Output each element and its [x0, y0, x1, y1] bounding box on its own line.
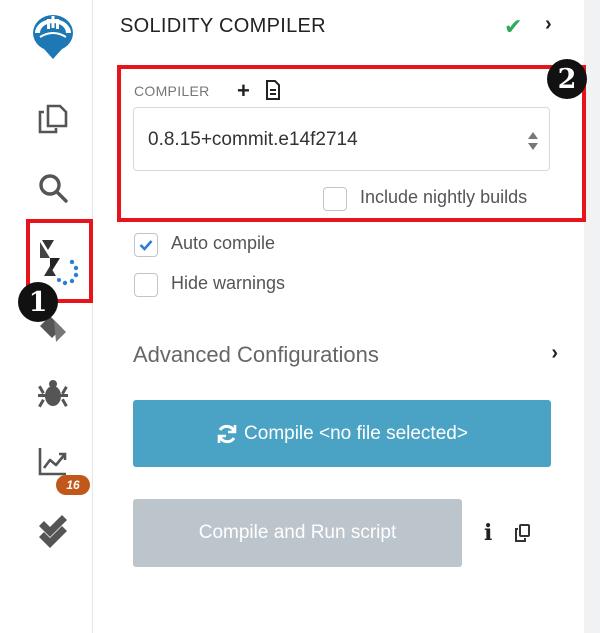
tests-icon[interactable] — [27, 505, 79, 557]
info-icon[interactable]: i — [484, 520, 492, 546]
plus-icon[interactable]: + — [237, 78, 250, 104]
check-icon: ✔ — [504, 14, 523, 39]
advanced-configurations-toggle[interactable]: Advanced Configurations › — [133, 340, 558, 370]
analysis-count-badge: 16 — [56, 475, 90, 495]
remix-logo-icon[interactable] — [27, 10, 79, 62]
search-icon[interactable] — [27, 162, 79, 214]
compile-button[interactable]: Compile <no file selected> — [133, 400, 551, 467]
advanced-configurations-label: Advanced Configurations — [133, 342, 379, 367]
chevron-right-icon[interactable]: › — [545, 13, 552, 36]
panel-title: SOLIDITY COMPILER — [120, 15, 326, 37]
hide-warnings-checkbox[interactable] — [134, 273, 158, 297]
remix-ide: 16 SOLIDITY COMPILER ✔ › COMPILER + 0.8.… — [0, 0, 600, 633]
compiler-label: COMPILER — [134, 83, 210, 99]
compile-button-label: Compile <no file selected> — [244, 422, 468, 444]
compiler-version-select[interactable]: 0.8.15+commit.e14f2714 — [133, 107, 550, 171]
annotation-marker-2: 2 — [547, 59, 587, 99]
file-explorer-icon[interactable] — [27, 93, 79, 145]
annotation-marker-1: 1 — [18, 282, 58, 322]
include-nightly-checkbox[interactable] — [323, 187, 347, 211]
chevron-right-icon: › — [551, 342, 558, 364]
include-nightly-label: Include nightly builds — [360, 187, 528, 207]
sort-icon — [528, 132, 538, 150]
selected-version: 0.8.15+commit.e14f2714 — [148, 129, 358, 150]
document-icon[interactable] — [265, 80, 281, 105]
auto-compile-checkbox[interactable] — [134, 233, 158, 257]
compile-and-run-button[interactable]: Compile and Run script — [133, 499, 462, 567]
hide-warnings-label: Hide warnings — [171, 273, 286, 293]
solidity-compiler-icon[interactable] — [32, 236, 84, 288]
refresh-icon — [217, 424, 237, 443]
debugger-icon[interactable] — [27, 368, 79, 420]
scrollbar[interactable] — [584, 0, 600, 633]
copy-icon[interactable] — [515, 524, 531, 547]
checkmark-icon — [139, 240, 153, 251]
auto-compile-label: Auto compile — [171, 233, 276, 253]
